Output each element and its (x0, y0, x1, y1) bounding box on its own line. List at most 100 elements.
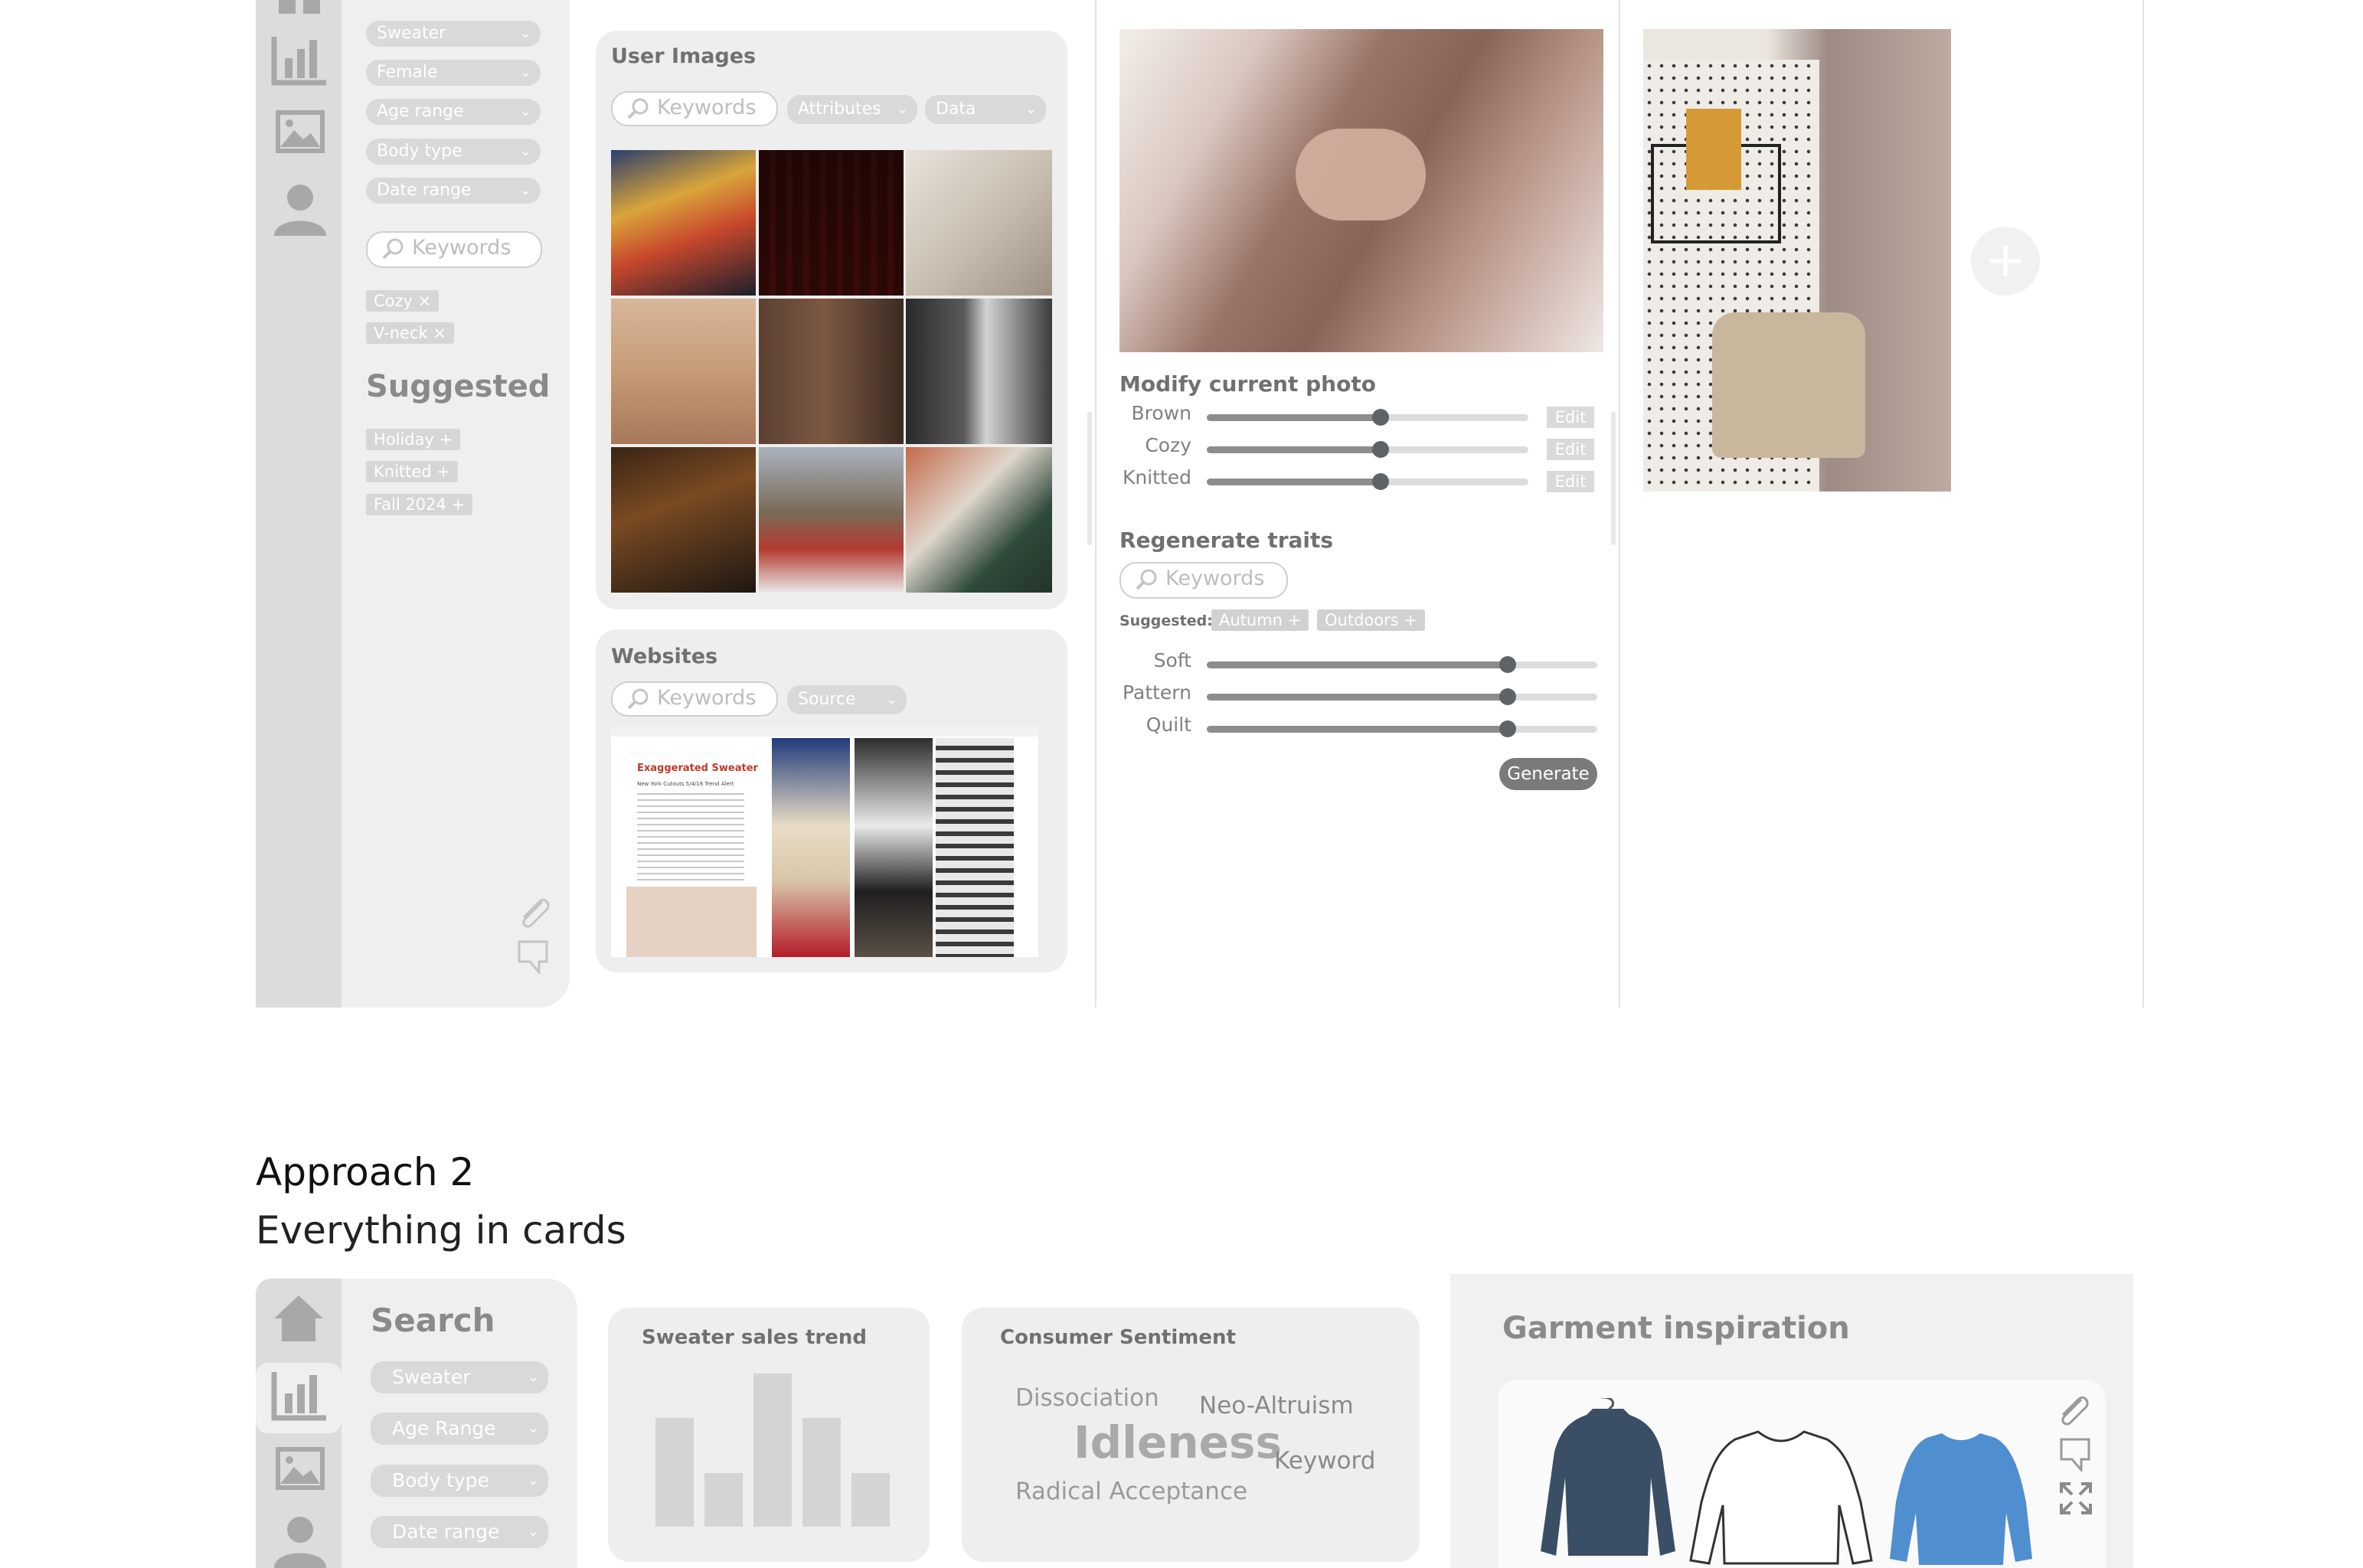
attributes-dropdown[interactable]: Attributes ⌄ (787, 95, 917, 124)
user-icon[interactable] (273, 1513, 328, 1568)
suggested-tag-fall-2024[interactable]: Fall 2024 + (366, 494, 473, 515)
slider-fill (1207, 446, 1381, 453)
keywords-placeholder: Keywords (657, 96, 757, 119)
user-photo[interactable] (611, 447, 756, 593)
generated-photo[interactable] (1119, 29, 1603, 352)
active-tag-cozy[interactable]: Cozy × (366, 290, 440, 312)
sweatshirt-navy-image[interactable] (1539, 1398, 1677, 1568)
comment-icon[interactable] (2058, 1436, 2092, 1472)
filter-sweater-2[interactable]: Sweater ⌄ (371, 1361, 548, 1393)
sentiment-word: Neo-Altruism (1199, 1392, 1354, 1419)
chevron-down-icon: ⌄ (519, 182, 531, 198)
sales-trend-card[interactable]: Sweater sales trend (608, 1308, 930, 1562)
comment-icon[interactable] (516, 939, 550, 974)
websites-card: Websites Keywords Source ⌄ Exaggerated Sw… (596, 629, 1067, 972)
search-icon (382, 238, 404, 260)
sales-bar-chart (655, 1374, 890, 1527)
regenerate-title: Regenerate traits (1119, 528, 1334, 553)
slider-handle[interactable] (1499, 720, 1516, 737)
runway-photo[interactable] (772, 738, 850, 957)
home-icon[interactable] (273, 0, 326, 15)
user-icon[interactable] (273, 181, 328, 236)
filter-body-type[interactable]: Body type ⌄ (366, 139, 541, 165)
user-photo[interactable] (906, 299, 1052, 444)
suggested-label: Suggested: (1119, 612, 1213, 629)
slider-track[interactable] (1207, 720, 1597, 737)
filter-date-range-2[interactable]: Date range ⌄ (371, 1516, 548, 1548)
user-photo[interactable] (906, 150, 1052, 296)
filter-body-type-2[interactable]: Body type ⌄ (371, 1465, 548, 1497)
edit-button[interactable]: Edit (1547, 407, 1594, 428)
suggested-tag-knitted[interactable]: Knitted + (366, 461, 458, 482)
article-panel: Exaggerated Sweater New York Cutouts 5/4… (611, 738, 763, 957)
user-photo[interactable] (759, 150, 904, 296)
slider-handle[interactable] (1499, 688, 1516, 705)
scroll-handle[interactable] (1611, 412, 1616, 545)
slider-handle[interactable] (1371, 441, 1389, 458)
search-keywords-input[interactable]: Keywords (366, 231, 542, 268)
expand-icon[interactable] (2060, 1482, 2092, 1514)
add-to-moodboard-button[interactable]: + (1971, 227, 2040, 296)
slider-handle[interactable] (1371, 473, 1389, 490)
plus-icon: + (1985, 232, 2026, 289)
user-photo[interactable] (906, 447, 1052, 593)
slider-track[interactable] (1207, 656, 1597, 673)
filter-label: Age Range (392, 1417, 496, 1439)
filter-label: Female (377, 63, 438, 82)
runway-photo[interactable] (855, 738, 933, 957)
chevron-down-icon: ⌄ (1025, 101, 1037, 117)
websites-keywords-input[interactable]: Keywords (611, 681, 778, 717)
suggested-tag-autumn[interactable]: Autumn + (1211, 609, 1309, 631)
chevron-down-icon: ⌄ (527, 1524, 539, 1540)
bar-chart-icon[interactable] (271, 35, 328, 86)
runway-photo[interactable] (936, 738, 1014, 957)
chevron-down-icon: ⌄ (896, 101, 908, 117)
suggested-tag-holiday[interactable]: Holiday + (366, 429, 461, 450)
active-tag-v-neck[interactable]: V-neck × (366, 322, 454, 344)
chevron-down-icon: ⌄ (527, 1420, 539, 1436)
image-icon[interactable] (276, 110, 325, 153)
edit-button[interactable]: Edit (1547, 471, 1594, 492)
sweater-sketch-image[interactable] (1689, 1429, 1873, 1568)
search-heading-2: Search (371, 1302, 495, 1339)
slider-label: Cozy (1145, 434, 1191, 456)
filter-age-range-2[interactable]: Age Range ⌄ (371, 1413, 548, 1445)
bar-chart-icon[interactable] (271, 1370, 328, 1421)
user-photo[interactable] (759, 299, 904, 444)
data-dropdown[interactable]: Data ⌄ (925, 95, 1046, 124)
filter-female[interactable]: Female ⌄ (366, 60, 541, 86)
suggested-tag-outdoors[interactable]: Outdoors + (1317, 609, 1425, 631)
longsleeve-blue-image[interactable] (1888, 1429, 2034, 1568)
sentiment-word: Dissociation (1015, 1384, 1159, 1412)
user-images-keywords-input[interactable]: Keywords (611, 91, 778, 126)
consumer-sentiment-card[interactable]: Consumer Sentiment Dissociation Neo-Altr… (962, 1308, 1420, 1562)
sentiment-word-main: Idleness (1074, 1416, 1282, 1468)
image-icon[interactable] (276, 1447, 325, 1490)
regenerate-keywords-input[interactable]: Keywords (1119, 562, 1288, 599)
source-dropdown[interactable]: Source ⌄ (787, 685, 907, 714)
filter-date-range[interactable]: Date range ⌄ (366, 178, 541, 204)
website-preview[interactable]: Exaggerated Sweater New York Cutouts 5/4… (611, 727, 1038, 957)
filter-sweater[interactable]: Sweater ⌄ (366, 21, 541, 47)
paperclip-icon[interactable] (2054, 1390, 2092, 1430)
slider-fill (1207, 694, 1508, 701)
slider-track[interactable] (1207, 473, 1528, 490)
filter-age-range[interactable]: Age range ⌄ (366, 99, 541, 125)
moodboard-photo[interactable] (1643, 29, 1951, 492)
edit-button[interactable]: Edit (1547, 439, 1594, 460)
generate-button[interactable]: Generate (1499, 758, 1597, 790)
sentiment-word: Radical Acceptance (1015, 1478, 1248, 1505)
websites-title: Websites (611, 645, 718, 668)
user-photo[interactable] (611, 150, 756, 296)
user-photo[interactable] (611, 299, 756, 444)
home-icon[interactable] (273, 1294, 325, 1343)
slider-track[interactable] (1207, 409, 1528, 426)
slider-handle[interactable] (1371, 409, 1389, 426)
paperclip-icon[interactable] (515, 893, 553, 933)
data-label: Data (936, 100, 976, 119)
slider-track[interactable] (1207, 688, 1597, 705)
slider-track[interactable] (1207, 441, 1528, 458)
user-photo[interactable] (759, 447, 904, 593)
slider-label: Knitted (1122, 466, 1191, 488)
slider-handle[interactable] (1499, 656, 1516, 673)
